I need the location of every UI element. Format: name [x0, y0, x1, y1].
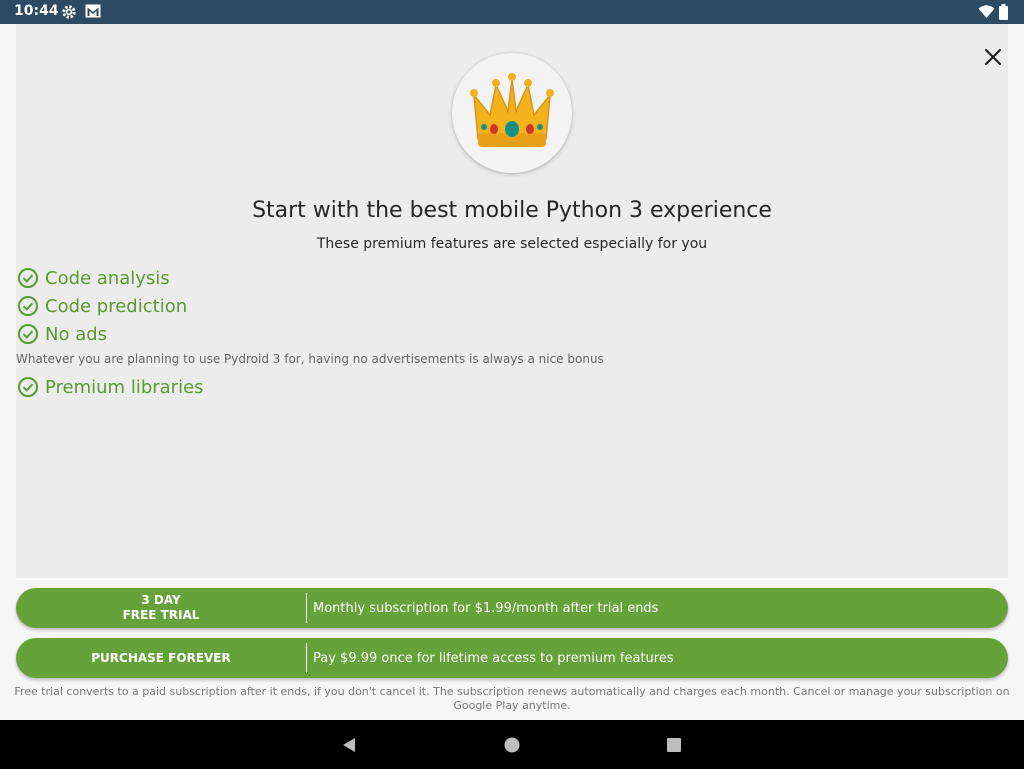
- crown-badge: [452, 53, 572, 173]
- feature-label: Code analysis: [45, 267, 170, 289]
- feature-label: No ads: [45, 323, 108, 345]
- page-subtitle: These premium features are selected espe…: [316, 236, 708, 252]
- feature-item-premium-libraries: Premium libraries: [17, 373, 917, 401]
- free-trial-label: 3 DAY FREE TRIAL: [16, 593, 307, 623]
- feature-description: Whatever you are planning to use Pydroid…: [16, 352, 604, 366]
- free-trial-button[interactable]: 3 DAY FREE TRIAL Monthly subscription fo…: [16, 588, 1008, 628]
- feature-list: Code analysis Code prediction No ads Wha…: [16, 264, 917, 401]
- check-circle-icon: [18, 268, 38, 288]
- purchase-forever-button[interactable]: PURCHASE FOREVER Pay $9.99 once for life…: [16, 638, 1008, 678]
- wifi-icon: [978, 4, 995, 23]
- close-button[interactable]: [980, 44, 1006, 70]
- recents-button[interactable]: [665, 736, 683, 758]
- feature-item-code-analysis: Code analysis: [17, 264, 917, 292]
- back-triangle-icon: [343, 738, 355, 752]
- close-icon: [984, 48, 1002, 66]
- crown-icon: [470, 73, 554, 147]
- purchase-forever-description: Pay $9.99 once for lifetime access to pr…: [313, 650, 674, 666]
- status-bar: 10:44: [0, 0, 1024, 24]
- back-button[interactable]: [340, 736, 358, 758]
- check-circle-icon: [18, 377, 38, 397]
- check-circle-icon: [18, 296, 38, 316]
- gmail-icon: [85, 4, 101, 23]
- recents-square-icon: [667, 738, 681, 752]
- status-time: 10:44: [14, 3, 59, 19]
- gear-icon: [61, 4, 77, 24]
- battery-icon: [999, 4, 1008, 24]
- feature-label: Code prediction: [45, 295, 188, 317]
- subscription-disclaimer: Free trial converts to a paid subscripti…: [14, 685, 1010, 712]
- free-trial-line2: FREE TRIAL: [122, 608, 200, 622]
- feature-item-no-ads: No ads: [17, 320, 917, 348]
- feature-label: Premium libraries: [45, 376, 204, 398]
- purchase-forever-label: PURCHASE FOREVER: [16, 643, 307, 673]
- free-trial-line1: 3 DAY: [141, 593, 181, 607]
- feature-item-code-prediction: Code prediction: [17, 292, 917, 320]
- free-trial-description: Monthly subscription for $1.99/month aft…: [313, 600, 659, 616]
- page-title: Start with the best mobile Python 3 expe…: [252, 198, 772, 223]
- check-circle-icon: [18, 324, 38, 344]
- home-circle-icon: [504, 737, 520, 753]
- navigation-bar: [0, 720, 1024, 769]
- home-button[interactable]: [503, 736, 521, 758]
